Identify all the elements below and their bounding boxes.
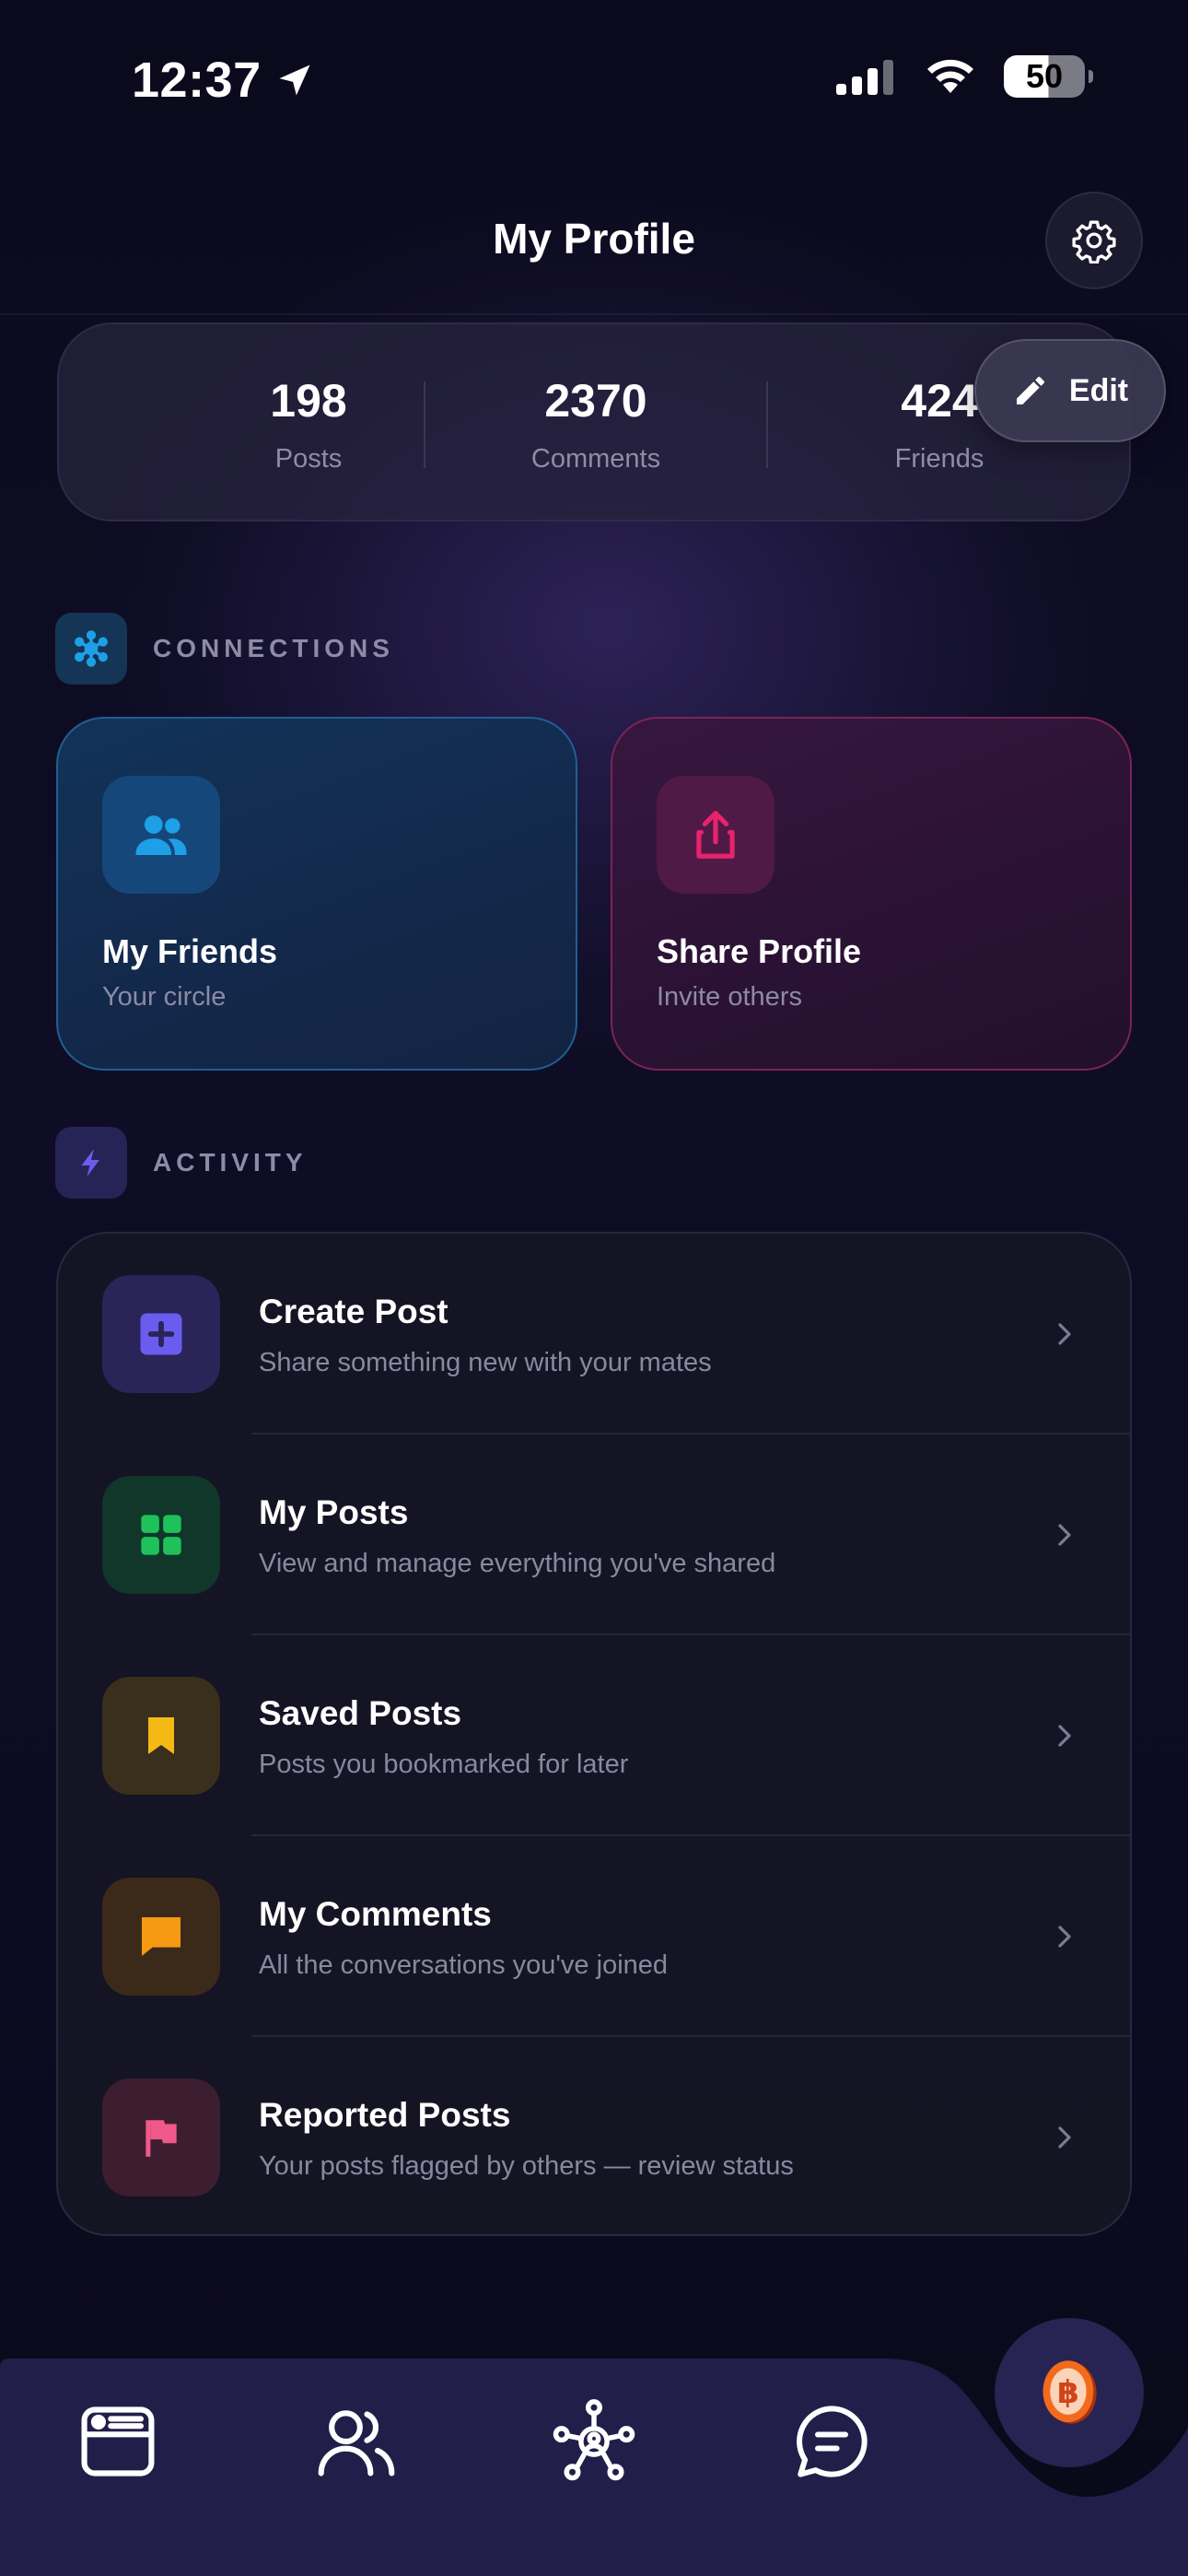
row-title: Reported Posts [259, 2096, 511, 2134]
clock: 12:37 [132, 53, 262, 108]
stats-card: 198 Posts 2370 Comments 424 Friends [57, 322, 1131, 521]
location-arrow-icon [279, 64, 310, 96]
section-title: ACTIVITY [153, 1148, 308, 1177]
lightning-icon [81, 1149, 99, 1177]
stat-divider [424, 381, 425, 468]
card-subtitle: Invite others [657, 982, 802, 1012]
connections-header: CONNECTIONS [55, 613, 394, 685]
card-subtitle: Your circle [102, 982, 227, 1012]
bookmark-icon [148, 1717, 174, 1754]
row-title: Create Post [259, 1293, 448, 1330]
cellular-signal-icon [836, 60, 893, 95]
activity-header: ACTIVITY [55, 1127, 308, 1199]
conn-icon-box [657, 776, 775, 894]
reported-posts-row[interactable]: Reported Posts Your posts flagged by oth… [58, 2037, 1130, 2234]
row-title: Saved Posts [259, 1694, 462, 1732]
row-subtitle: Posts you bookmarked for later [259, 1750, 629, 1779]
row-icon-box [102, 1677, 220, 1795]
share-profile-card[interactable]: Share Profile Invite others [611, 717, 1132, 1071]
stat-value: 2370 [544, 375, 647, 427]
status-indicators: 50 [836, 55, 1093, 98]
my-posts-row[interactable]: My Posts View and manage everything you'… [58, 1434, 1130, 1635]
battery-indicator: 50 [1004, 55, 1093, 98]
chevron-right-icon [1058, 1725, 1071, 1747]
battery-level: 50 [1025, 57, 1064, 95]
flag-icon [146, 2120, 177, 2157]
card-title: My Friends [102, 932, 278, 970]
nav-network[interactable] [548, 2395, 640, 2488]
edit-profile-button[interactable]: Edit [974, 339, 1166, 442]
feed-icon [81, 2406, 155, 2476]
row-icon-box [102, 1476, 220, 1594]
chevron-right-icon [1058, 2126, 1071, 2149]
row-subtitle: View and manage everything you've shared [259, 1549, 776, 1578]
profile-screen: 12:37 50 My Profile 198 Posts 2370 Comme… [0, 0, 1188, 2576]
row-title: My Comments [259, 1895, 492, 1933]
chevron-right-icon [1058, 1323, 1071, 1345]
hub-icon [75, 630, 108, 667]
gear-icon [1072, 220, 1116, 263]
stat-label: Comments [530, 444, 661, 474]
nav-feed[interactable] [72, 2395, 164, 2488]
page-title: My Profile [493, 215, 695, 263]
row-subtitle: Share something new with your mates [259, 1348, 712, 1377]
nav-friends[interactable] [310, 2395, 402, 2488]
section-icon-box [55, 1127, 127, 1199]
row-title: My Posts [259, 1493, 409, 1531]
header-divider [0, 313, 1188, 315]
comment-icon [142, 1917, 181, 1956]
wifi-icon [927, 59, 973, 93]
stat-divider [766, 381, 768, 468]
pencil-icon [1016, 377, 1044, 404]
stat-comments[interactable]: 2370 Comments [458, 374, 734, 474]
row-subtitle: All the conversations you've joined [259, 1950, 669, 1980]
settings-button[interactable] [1045, 192, 1143, 289]
coin-icon: ฿ [1042, 2360, 1097, 2424]
plus-square-icon [140, 1313, 182, 1355]
row-icon-box [102, 1275, 220, 1393]
my-friends-card[interactable]: My Friends Your circle [56, 717, 577, 1071]
stat-label: Posts [274, 444, 343, 474]
chevron-right-icon [1058, 1926, 1071, 1948]
network-icon [553, 2399, 635, 2481]
row-subtitle: Your posts flagged by others — review st… [259, 2151, 794, 2181]
section-title: CONNECTIONS [153, 634, 394, 662]
my-comments-row[interactable]: My Comments All the conversations you've… [58, 1836, 1130, 2037]
conn-icon-box [102, 776, 220, 894]
svg-text:฿: ฿ [1057, 2374, 1079, 2411]
nav-chat[interactable] [786, 2395, 878, 2488]
grid-icon [141, 1515, 181, 1555]
edit-label: Edit [1068, 372, 1129, 408]
stat-label: Friends [894, 444, 984, 474]
section-icon-box [55, 613, 127, 685]
people-icon [318, 2410, 395, 2476]
row-icon-box [102, 1878, 220, 1996]
stat-value: 198 [270, 375, 347, 427]
chat-icon [797, 2406, 868, 2477]
create-post-row[interactable]: Create Post Share something new with you… [58, 1234, 1130, 1434]
row-icon-box [102, 2078, 220, 2196]
coin-fab-button[interactable]: ฿ [995, 2318, 1144, 2467]
people-icon [135, 815, 187, 855]
status-time: 12:37 [132, 52, 315, 109]
chevron-right-icon [1058, 1524, 1071, 1546]
saved-posts-row[interactable]: Saved Posts Posts you bookmarked for lat… [58, 1635, 1130, 1836]
card-title: Share Profile [657, 932, 862, 970]
activity-list: Create Post Share something new with you… [56, 1232, 1132, 2236]
stat-posts[interactable]: 198 Posts [170, 374, 447, 474]
share-icon [696, 811, 735, 859]
